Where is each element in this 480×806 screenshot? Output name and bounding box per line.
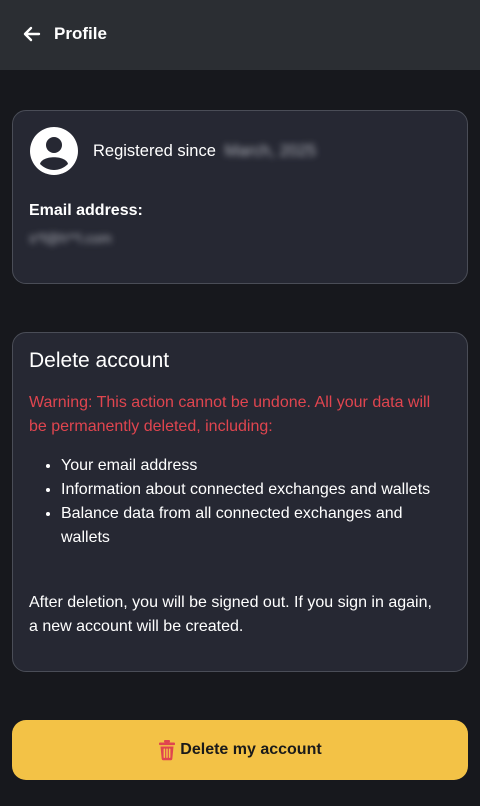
- registered-date: March, 2025: [224, 142, 317, 160]
- list-item: Your email address: [61, 454, 439, 478]
- delete-account-title: Delete account: [29, 349, 170, 372]
- trash-icon: [159, 740, 176, 761]
- delete-account-card: Delete account Warning: This action cann…: [12, 332, 468, 672]
- email-label: Email address:: [29, 202, 143, 219]
- arrow-left-icon: [23, 26, 41, 42]
- list-item: Information about connected exchanges an…: [61, 478, 439, 502]
- list-item: Balance data from all connected exchange…: [61, 502, 439, 550]
- deleted-data-list: Your email address Information about con…: [29, 454, 439, 550]
- after-deletion-note: After deletion, you will be signed out. …: [29, 594, 432, 635]
- email-value: s*f@h**l.com: [29, 230, 112, 246]
- warning-text: Warning: This action cannot be undone. A…: [29, 394, 431, 435]
- delete-button-label: Delete my account: [180, 741, 322, 758]
- back-button[interactable]: [22, 24, 42, 44]
- delete-my-account-button[interactable]: Delete my account: [12, 720, 468, 780]
- registered-since: Registered since March, 2025: [93, 142, 316, 161]
- top-bar: Profile: [0, 0, 480, 70]
- page-title: Profile: [54, 24, 107, 43]
- registered-label: Registered since: [93, 142, 216, 160]
- user-avatar-icon: [29, 126, 79, 176]
- profile-card: Registered since March, 2025 Email addre…: [12, 110, 468, 284]
